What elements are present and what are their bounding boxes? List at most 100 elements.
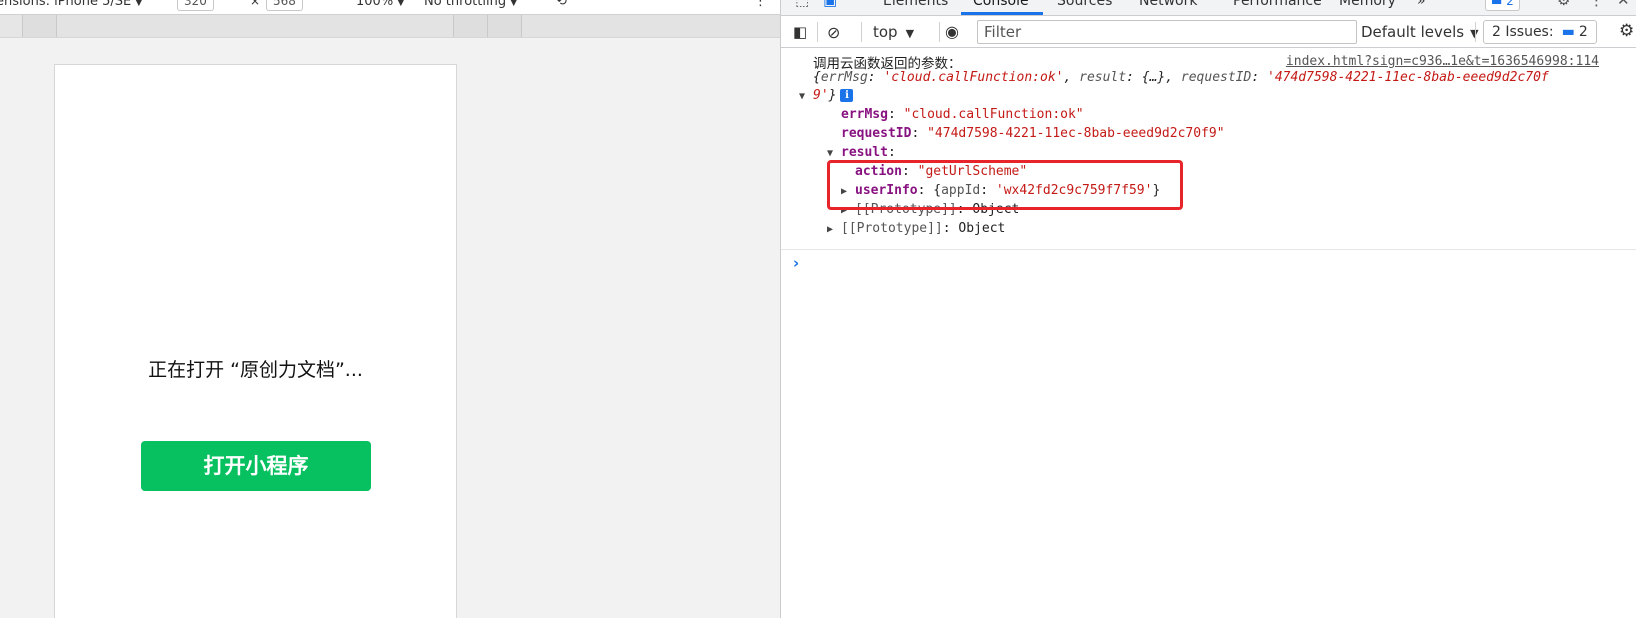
ruler-segment[interactable] bbox=[56, 15, 454, 37]
tab-elements[interactable]: Elements bbox=[883, 0, 948, 9]
log-levels-select[interactable]: Default levels▼ bbox=[1361, 23, 1479, 41]
divider bbox=[939, 22, 940, 42]
summary-result-value: {…} bbox=[1141, 70, 1166, 85]
divider bbox=[861, 22, 862, 42]
summary-errmsg-value: 'cloud.callFunction:ok' bbox=[883, 70, 1064, 85]
divider bbox=[1475, 22, 1476, 42]
object-summary[interactable]: {errMsg: 'cloud.callFunction:ok', result… bbox=[813, 70, 1549, 85]
tab-network[interactable]: Network bbox=[1139, 0, 1197, 9]
property-value: "474d7598-4221-11ec-8bab-eeed9d2c70f9" bbox=[927, 126, 1225, 141]
property-key: errMsg bbox=[841, 107, 888, 122]
rotate-icon[interactable]: ⟲ bbox=[556, 0, 567, 9]
devtools-panel: ⬚ ▣ Elements Console Sources Network Per… bbox=[780, 0, 1636, 618]
tab-console[interactable]: Console bbox=[973, 0, 1029, 9]
red-highlight-annotation bbox=[827, 160, 1183, 210]
console-messages: 调用云函数返回的参数： index.html?sign=c936…1e&t=16… bbox=[781, 48, 1636, 618]
messages-badge[interactable]: ▬ 2 bbox=[1485, 0, 1520, 11]
brace-close: } bbox=[828, 88, 837, 103]
property-key: [[Prototype]] bbox=[841, 221, 943, 236]
device-dimensions-label: ensions: iPhone 5/SE bbox=[0, 0, 132, 9]
property-result[interactable]: ▼ result: bbox=[827, 145, 896, 160]
console-settings-gear-icon[interactable]: ⚙ bbox=[1619, 21, 1634, 41]
devtools-tabbar: ⬚ ▣ Elements Console Sources Network Per… bbox=[781, 0, 1636, 16]
object-summary-wrap[interactable]: ▼ 9'} i bbox=[799, 88, 854, 103]
device-emulation-pane: ensions: iPhone 5/SE ▼ 320 × 568 100% ▼ … bbox=[0, 0, 780, 618]
divider bbox=[817, 22, 818, 42]
ruler-segment[interactable] bbox=[453, 15, 488, 37]
gear-icon[interactable]: ⚙ bbox=[1557, 0, 1570, 8]
issues-button[interactable]: 2 Issues: ▬ 2 bbox=[1483, 20, 1597, 44]
ruler-segment[interactable] bbox=[22, 15, 57, 37]
throttling-label: No throttling bbox=[424, 0, 507, 9]
console-prompt-icon[interactable]: › bbox=[793, 254, 799, 272]
context-select-label: top bbox=[873, 23, 898, 41]
device-dimensions-select[interactable]: ensions: iPhone 5/SE ▼ bbox=[0, 0, 142, 9]
times-icon: × bbox=[250, 0, 261, 8]
device-toolbar: ensions: iPhone 5/SE ▼ 320 × 568 100% ▼ … bbox=[0, 0, 780, 15]
sidebar-toggle-icon[interactable]: ◧ bbox=[793, 23, 807, 41]
more-options-icon[interactable]: ⋮ bbox=[754, 0, 767, 9]
chevron-down-icon: ▼ bbox=[135, 0, 143, 8]
expanded-triangle-icon[interactable]: ▼ bbox=[799, 91, 813, 102]
message-icon: ▬ bbox=[1491, 0, 1503, 8]
colon: : bbox=[867, 70, 884, 85]
active-tab-indicator bbox=[961, 12, 1043, 15]
collapsed-triangle-icon[interactable]: ▶ bbox=[827, 224, 841, 235]
console-toolbar: ◧ ⊘ top ▼ ◉ Default levels▼ 2 Issues: ▬2 ⚙ bbox=[781, 16, 1636, 48]
tab-memory[interactable]: Memory bbox=[1339, 0, 1396, 9]
context-select[interactable]: top ▼ bbox=[873, 23, 914, 41]
close-icon[interactable]: ✕ bbox=[1617, 0, 1630, 8]
eye-icon[interactable]: ◉ bbox=[945, 22, 959, 41]
colon: : bbox=[911, 126, 928, 141]
property-value: Object bbox=[958, 221, 1006, 236]
comma: , bbox=[1165, 70, 1181, 85]
chevron-down-icon: ▼ bbox=[905, 27, 915, 40]
property-errmsg: errMsg: "cloud.callFunction:ok" bbox=[841, 107, 1084, 122]
inspect-element-icon[interactable]: ⬚ bbox=[795, 0, 809, 8]
chevron-down-icon: ▼ bbox=[397, 0, 405, 8]
summary-requestid-key: requestID bbox=[1180, 70, 1252, 85]
colon: : bbox=[887, 107, 904, 122]
tab-performance[interactable]: Performance bbox=[1233, 0, 1322, 9]
device-height-input[interactable]: 568 bbox=[266, 0, 303, 11]
ruler-segment[interactable] bbox=[521, 15, 780, 37]
open-mini-program-button[interactable]: 打开小程序 bbox=[141, 441, 371, 491]
media-query-ruler bbox=[0, 15, 780, 38]
tab-sources[interactable]: Sources bbox=[1057, 0, 1112, 9]
zoom-select[interactable]: 100% ▼ bbox=[356, 0, 404, 9]
expanded-triangle-icon[interactable]: ▼ bbox=[827, 148, 841, 159]
messages-badge-count: 2 bbox=[1506, 0, 1514, 8]
summary-errmsg-key: errMsg bbox=[820, 70, 868, 85]
property-value: "cloud.callFunction:ok" bbox=[903, 107, 1084, 122]
zoom-label: 100% bbox=[356, 0, 394, 9]
colon: : bbox=[1126, 70, 1142, 85]
divider bbox=[781, 249, 1636, 250]
clear-console-icon[interactable]: ⊘ bbox=[827, 23, 840, 42]
info-icon[interactable]: i bbox=[840, 89, 854, 102]
device-toolbar-toggle-icon[interactable]: ▣ bbox=[823, 0, 837, 8]
log-message-title: 调用云函数返回的参数： bbox=[813, 56, 962, 72]
colon: : bbox=[1251, 70, 1267, 85]
issues-count: 2 bbox=[1578, 24, 1588, 40]
source-link[interactable]: index.html?sign=c936…1e&t=1636546998:114 bbox=[1286, 54, 1599, 69]
chevron-down-icon: ▼ bbox=[510, 0, 518, 8]
filter-input[interactable] bbox=[977, 20, 1357, 44]
property-prototype-outer[interactable]: ▶ [[Prototype]]: Object bbox=[827, 221, 1005, 236]
summary-result-key: result bbox=[1079, 70, 1127, 85]
more-tabs-chevron-icon[interactable]: » bbox=[1417, 0, 1426, 9]
property-key: result bbox=[841, 145, 888, 160]
phone-viewport: 正在打开 “原创力文档”... 打开小程序 bbox=[54, 64, 457, 618]
throttling-select[interactable]: No throttling ▼ bbox=[424, 0, 517, 9]
summary-requestid-value-end: 9' bbox=[813, 88, 829, 103]
opening-status-text: 正在打开 “原创力文档”... bbox=[148, 359, 363, 381]
comma: , bbox=[1063, 70, 1080, 85]
message-icon: ▬ bbox=[1561, 24, 1575, 40]
more-options-icon[interactable]: ⋮ bbox=[1589, 0, 1604, 8]
issues-label: 2 Issues: bbox=[1492, 24, 1554, 40]
ruler-segment[interactable] bbox=[487, 15, 522, 37]
log-levels-label: Default levels bbox=[1361, 23, 1465, 41]
device-width-input[interactable]: 320 bbox=[177, 0, 214, 11]
screen: ensions: iPhone 5/SE ▼ 320 × 568 100% ▼ … bbox=[0, 0, 1636, 618]
brace-open: { bbox=[813, 70, 821, 85]
property-key: requestID bbox=[841, 126, 912, 141]
